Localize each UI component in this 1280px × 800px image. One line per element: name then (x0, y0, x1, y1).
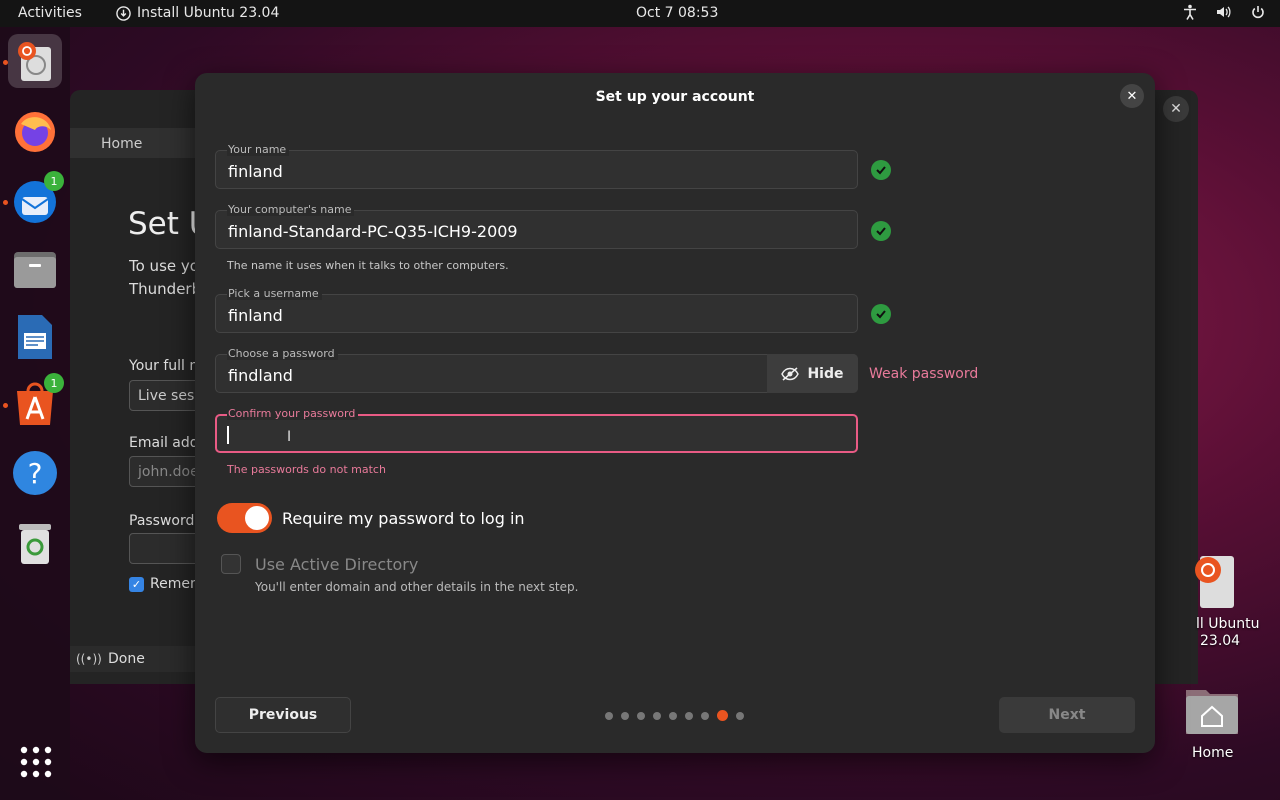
bg-full-name-label: Your full n (129, 358, 199, 374)
dock: 1 1 ? (0, 27, 70, 800)
firefox-icon (15, 112, 55, 152)
active-directory-hint: You'll enter domain and other details in… (255, 580, 579, 594)
desktop-home-label: Home (1192, 745, 1234, 761)
step-dot (685, 711, 693, 720)
computer-name-hint: The name it uses when it talks to other … (227, 259, 509, 272)
bg-remember-label: Remen (150, 576, 199, 592)
dialog-close-button[interactable]: ✕ (1120, 84, 1144, 108)
username-value: finland (228, 306, 283, 325)
bg-password-label: Password (129, 513, 195, 529)
thunderbird-badge: 1 (44, 171, 64, 191)
close-icon: ✕ (1126, 88, 1138, 104)
app-name: Install Ubuntu 23.04 (137, 5, 280, 21)
bg-full-name-input[interactable]: Live sess (129, 380, 199, 411)
password-label: Choose a password (227, 347, 338, 360)
require-password-toggle[interactable] (217, 503, 272, 533)
top-bar: Activities Install Ubuntu 23.04 Oct 7 08… (0, 0, 1280, 27)
computer-name-value: finland-Standard-PC-Q35-ICH9-2009 (228, 222, 518, 241)
step-dot-current (717, 710, 728, 721)
setup-account-dialog: Set up your account ✕ Your name finland … (195, 73, 1155, 753)
dock-ubuntu-installer[interactable] (8, 34, 62, 88)
app-menu[interactable]: Install Ubuntu 23.04 (116, 5, 279, 21)
ibeam-cursor-icon: I (287, 429, 292, 445)
show-apps-button[interactable] (20, 746, 52, 778)
your-name-field[interactable]: Your name finland (215, 143, 858, 189)
dock-thunderbird[interactable]: 1 (8, 171, 64, 229)
broadcast-icon: ((•)) (76, 652, 102, 666)
computer-name-label: Your computer's name (227, 203, 355, 216)
running-indicator (3, 200, 8, 205)
bg-email-input[interactable]: john.doe (129, 456, 199, 487)
text-caret (227, 426, 229, 444)
your-name-value: finland (228, 162, 283, 181)
hide-label: Hide (807, 365, 844, 382)
desktop-home-icon[interactable] (1184, 686, 1240, 736)
step-indicator (605, 710, 744, 721)
desktop-installer-icon[interactable] (1192, 552, 1236, 608)
confirm-password-field[interactable]: Confirm your password (215, 407, 858, 453)
bg-remember-checkbox[interactable]: ✓ (129, 577, 144, 592)
writer-icon (18, 315, 52, 359)
your-name-label: Your name (227, 143, 290, 156)
dialog-title: Set up your account (595, 89, 755, 105)
trash-icon (19, 524, 51, 564)
desktop-installer-label: ll Ubuntu 23.04 (1196, 616, 1260, 649)
computer-name-field[interactable]: Your computer's name finland-Standard-PC… (215, 203, 858, 249)
dock-trash[interactable] (8, 517, 62, 571)
running-indicator (3, 60, 8, 65)
clock[interactable]: Oct 7 08:53 (636, 5, 718, 21)
confirm-password-error: The passwords do not match (227, 463, 386, 476)
confirm-password-label: Confirm your password (227, 407, 359, 420)
activities-button[interactable]: Activities (18, 5, 82, 21)
help-icon: ? (13, 451, 57, 495)
eye-off-icon (781, 366, 800, 381)
grid-icon (20, 746, 52, 778)
password-value: findland (228, 366, 293, 385)
valid-check-icon (871, 160, 891, 180)
password-field[interactable]: Choose a password findland (215, 347, 858, 393)
next-button[interactable]: Next (999, 697, 1135, 733)
bg-email-label: Email addr (129, 435, 199, 451)
username-label: Pick a username (227, 287, 322, 300)
ubuntu-installer-icon (18, 42, 51, 81)
valid-check-icon (871, 221, 891, 241)
download-icon (116, 5, 131, 21)
step-dot (605, 711, 613, 720)
bg-intro-text: To use yo Thunderb (129, 257, 199, 298)
step-dot (653, 711, 661, 720)
dock-help[interactable]: ? (8, 446, 62, 500)
dock-app-center[interactable]: 1 (8, 373, 64, 431)
hide-password-button[interactable]: Hide (767, 354, 858, 393)
dock-files[interactable] (8, 242, 62, 296)
active-directory-checkbox[interactable] (221, 554, 241, 574)
files-icon (14, 252, 56, 288)
power-icon[interactable] (1250, 4, 1266, 20)
app-center-badge: 1 (44, 373, 64, 393)
close-icon: ✕ (1170, 101, 1182, 117)
require-password-label: Require my password to log in (282, 509, 525, 528)
running-indicator (3, 403, 8, 408)
volume-icon[interactable] (1216, 4, 1232, 20)
system-tray[interactable] (1182, 4, 1266, 20)
bg-home-tab[interactable]: Home (101, 136, 142, 152)
valid-check-icon (871, 304, 891, 324)
active-directory-label: Use Active Directory (255, 555, 419, 574)
svg-text:?: ? (28, 457, 43, 490)
step-dot (621, 711, 629, 720)
username-field[interactable]: Pick a username finland (215, 287, 858, 333)
toggle-knob (245, 506, 269, 530)
accessibility-icon[interactable] (1182, 4, 1198, 20)
step-dot (701, 711, 709, 720)
bg-password-input[interactable] (129, 533, 199, 564)
previous-button[interactable]: Previous (215, 697, 351, 733)
password-strength: Weak password (869, 366, 979, 382)
step-dot (637, 711, 645, 720)
bg-close-button[interactable]: ✕ (1163, 96, 1189, 122)
step-dot (669, 711, 677, 720)
bg-done-status: Done (108, 651, 145, 667)
dock-libreoffice-writer[interactable] (8, 310, 62, 364)
step-dot (736, 711, 744, 720)
dock-firefox[interactable] (8, 105, 62, 159)
